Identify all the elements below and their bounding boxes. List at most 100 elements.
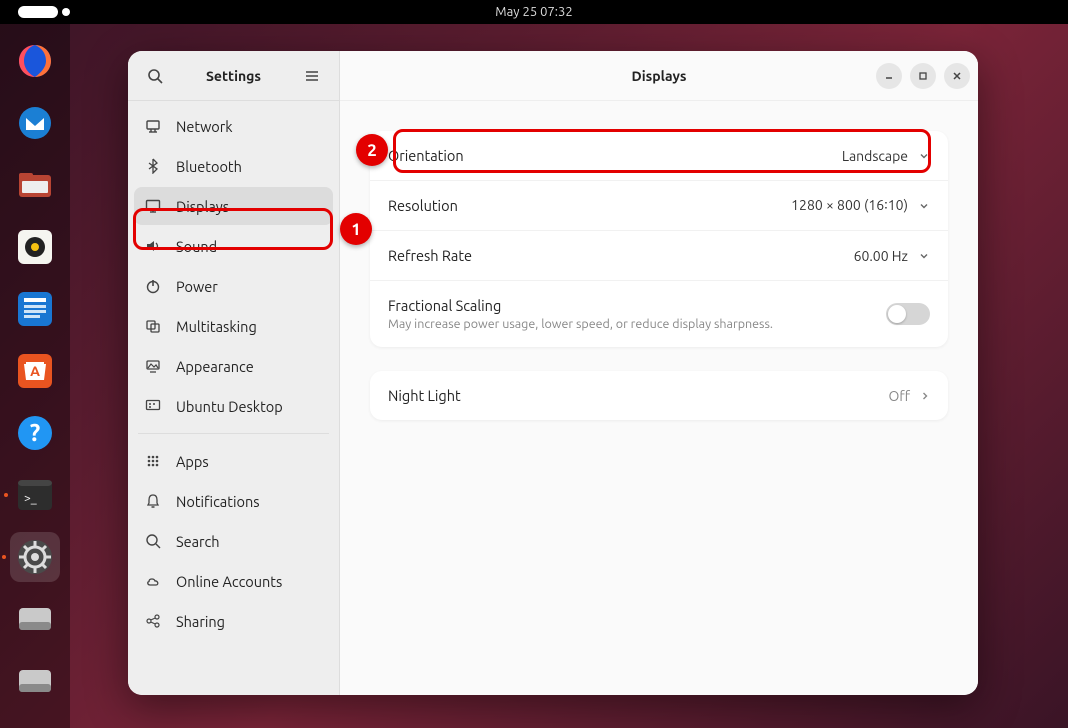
night-light-row[interactable]: Night Light Off (370, 371, 948, 420)
network-icon (144, 117, 162, 135)
sidebar-separator (138, 433, 329, 434)
maximize-button[interactable] (910, 63, 936, 89)
sidebar-item-multitasking[interactable]: Multitasking (134, 307, 333, 345)
dock-app-thunderbird[interactable] (10, 98, 60, 148)
dock: A ? >_ (0, 24, 70, 728)
minimize-button[interactable] (876, 63, 902, 89)
sidebar-item-label: Apps (176, 453, 209, 470)
window-controls (876, 63, 970, 89)
sidebar-item-displays[interactable]: Displays (134, 187, 333, 225)
sidebar-item-ubuntu-desktop[interactable]: Ubuntu Desktop (134, 387, 333, 425)
cloud-icon (144, 572, 162, 590)
dock-app-rhythmbox[interactable] (10, 222, 60, 272)
sidebar-item-power[interactable]: Power (134, 267, 333, 305)
dock-app-firefox[interactable] (10, 36, 60, 86)
row-label: Fractional Scaling (388, 297, 773, 314)
dock-app-help[interactable]: ? (10, 408, 60, 458)
share-icon (144, 612, 162, 630)
chevron-down-icon (918, 200, 930, 212)
fractional-scaling-toggle[interactable] (886, 303, 930, 325)
sidebar-header: Settings (128, 51, 339, 101)
row-label: Night Light (388, 387, 461, 404)
bell-icon (144, 492, 162, 510)
activities-indicator[interactable] (18, 6, 58, 18)
sidebar-item-online-accounts[interactable]: Online Accounts (134, 562, 333, 600)
sidebar-item-label: Online Accounts (176, 573, 282, 590)
sound-icon (144, 237, 162, 255)
terminal-icon: >_ (14, 474, 56, 516)
top-panel: May 25 07:32 (0, 0, 1068, 24)
annotation-number-1: 1 (340, 213, 372, 245)
sidebar-item-sound[interactable]: Sound (134, 227, 333, 265)
sidebar-item-appearance[interactable]: Appearance (134, 347, 333, 385)
settings-window: Settings Network Bluetooth Displays Soun… (128, 51, 978, 695)
search-button[interactable] (140, 61, 170, 91)
search-icon (147, 68, 163, 84)
svg-text:>_: >_ (24, 492, 37, 505)
apps-icon (144, 452, 162, 470)
files-icon (14, 164, 56, 206)
power-icon (144, 277, 162, 295)
sidebar-item-label: Search (176, 533, 220, 550)
close-button[interactable] (944, 63, 970, 89)
search-icon (144, 532, 162, 550)
multitasking-icon (144, 317, 162, 335)
ubuntu-desktop-icon (144, 397, 162, 415)
row-value: Off (888, 388, 930, 404)
disk-icon (14, 598, 56, 640)
row-label: Orientation (388, 147, 464, 164)
sidebar-item-apps[interactable]: Apps (134, 442, 333, 480)
menu-button[interactable] (297, 61, 327, 91)
content-header: Displays (340, 51, 978, 101)
annotation-number-2: 2 (356, 134, 388, 166)
dock-app-settings[interactable] (10, 532, 60, 582)
sidebar-item-label: Appearance (176, 358, 254, 375)
orientation-row[interactable]: Orientation Landscape (370, 131, 948, 181)
dock-app-files[interactable] (10, 160, 60, 210)
settings-icon (15, 537, 55, 577)
sidebar-item-label: Bluetooth (176, 158, 242, 175)
clock[interactable]: May 25 07:32 (495, 5, 572, 19)
displays-icon (144, 197, 162, 215)
minimize-icon (884, 71, 894, 81)
dock-app-terminal[interactable]: >_ (10, 470, 60, 520)
close-icon (952, 71, 962, 81)
hamburger-icon (304, 68, 320, 84)
sidebar-item-label: Ubuntu Desktop (176, 398, 283, 415)
content-title: Displays (631, 68, 686, 84)
sidebar-item-label: Sound (176, 238, 217, 255)
settings-sidebar: Settings Network Bluetooth Displays Soun… (128, 51, 340, 695)
row-text: Fractional Scaling May increase power us… (388, 297, 773, 331)
sidebar-item-sharing[interactable]: Sharing (134, 602, 333, 640)
dock-app-disk2[interactable] (10, 656, 60, 706)
refresh-rate-row[interactable]: Refresh Rate 60.00 Hz (370, 231, 948, 281)
chevron-down-icon (918, 250, 930, 262)
sidebar-item-label: Notifications (176, 493, 260, 510)
svg-text:?: ? (30, 419, 41, 446)
dock-app-writer[interactable] (10, 284, 60, 334)
row-value: 1280 × 800 (16∶10) (791, 197, 930, 214)
writer-icon (14, 288, 56, 330)
content-pane: Displays Orientation Landscape (340, 51, 978, 695)
fractional-scaling-row: Fractional Scaling May increase power us… (370, 281, 948, 347)
maximize-icon (918, 71, 928, 81)
dock-app-disk1[interactable] (10, 594, 60, 644)
sidebar-item-bluetooth[interactable]: Bluetooth (134, 147, 333, 185)
software-icon: A (14, 350, 56, 392)
chevron-right-icon (920, 390, 930, 402)
display-settings-card: Orientation Landscape Resolution 1280 × … (370, 131, 948, 347)
sidebar-item-label: Displays (176, 198, 229, 215)
resolution-row[interactable]: Resolution 1280 × 800 (16∶10) (370, 181, 948, 231)
sidebar-item-label: Sharing (176, 613, 225, 630)
sidebar-item-network[interactable]: Network (134, 107, 333, 145)
sidebar-item-notifications[interactable]: Notifications (134, 482, 333, 520)
thunderbird-icon (16, 104, 54, 142)
firefox-icon (16, 42, 54, 80)
dock-app-software[interactable]: A (10, 346, 60, 396)
night-light-card: Night Light Off (370, 371, 948, 420)
svg-text:A: A (30, 363, 40, 379)
help-icon: ? (15, 413, 55, 453)
content-body: Orientation Landscape Resolution 1280 × … (340, 101, 978, 695)
sidebar-item-search[interactable]: Search (134, 522, 333, 560)
row-value: Landscape (842, 148, 930, 164)
